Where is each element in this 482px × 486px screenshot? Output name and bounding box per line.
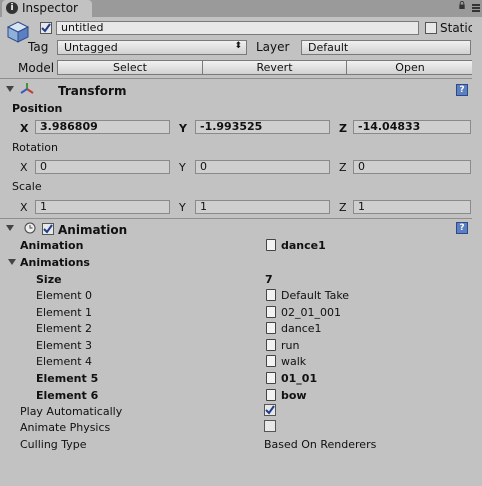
transform-axes-icon <box>20 83 34 94</box>
element-label: Element 6 <box>36 388 99 402</box>
position-z-label: Z <box>339 122 347 135</box>
culling-value[interactable]: Based On Renderers <box>264 438 376 451</box>
animate-physics-checkbox[interactable] <box>264 420 276 432</box>
tab-inspector[interactable]: i Inspector <box>2 0 92 17</box>
scale-z-field[interactable]: 1 <box>353 200 471 214</box>
scrollbar[interactable] <box>472 17 482 486</box>
model-revert-button[interactable]: Revert <box>202 60 347 75</box>
scale-x-label: X <box>20 201 28 214</box>
animations-foldout-icon[interactable] <box>8 259 16 265</box>
rotation-x-label: X <box>20 161 28 174</box>
scale-y-label: Y <box>179 201 186 214</box>
layer-label: Layer <box>256 40 290 54</box>
animation-help-icon[interactable]: ? <box>456 222 468 234</box>
size-label: Size <box>36 273 62 286</box>
element-label: Element 0 <box>36 289 93 302</box>
object-name-field[interactable]: untitled <box>56 21 419 35</box>
element-value[interactable]: dance1 <box>281 322 322 335</box>
tag-label: Tag <box>28 40 49 54</box>
divider <box>0 218 482 219</box>
static-label: Static <box>440 21 475 35</box>
rotation-z-field[interactable]: 0 <box>353 160 471 174</box>
menu-icon[interactable] <box>472 3 480 13</box>
scale-y-field[interactable]: 1 <box>195 200 330 214</box>
scale-x-field[interactable]: 1 <box>35 200 170 214</box>
animation-title: Animation <box>58 223 128 237</box>
transform-help-icon[interactable]: ? <box>456 84 468 96</box>
position-x-field[interactable]: 3.986809 <box>35 120 170 134</box>
rotation-label: Rotation <box>12 141 59 154</box>
animation-clip-icon <box>266 322 276 335</box>
animation-clip-icon <box>266 388 276 401</box>
animation-clip-icon <box>266 239 276 251</box>
lock-icon[interactable] <box>458 1 466 9</box>
animation-clip-icon <box>266 372 276 384</box>
model-label: Model <box>18 61 55 75</box>
checkmark-icon <box>265 405 275 415</box>
size-value[interactable]: 7 <box>265 273 273 286</box>
checkmark-icon <box>41 23 51 33</box>
animation-clip-icon <box>266 355 276 368</box>
animation-enabled-checkbox[interactable] <box>42 223 54 235</box>
model-open-button[interactable]: Open <box>346 60 474 75</box>
position-x-label: X <box>20 122 29 135</box>
animation-clip-icon <box>266 305 276 318</box>
position-z-field[interactable]: -14.04833 <box>353 120 471 134</box>
animate-physics-label: Animate Physics <box>20 421 111 434</box>
transform-title: Transform <box>58 84 127 98</box>
animation-field-value[interactable]: dance1 <box>281 239 326 252</box>
element-value[interactable]: 01_01 <box>281 372 317 385</box>
dropdown-arrows-icon: ⬍ <box>234 41 242 51</box>
transform-foldout-icon[interactable] <box>6 86 14 92</box>
layer-value: Default <box>308 41 349 54</box>
tag-dropdown[interactable]: Untagged ⬍ <box>57 40 247 55</box>
tag-value: Untagged <box>64 41 118 54</box>
static-checkbox[interactable] <box>425 22 437 34</box>
animation-clip-icon <box>266 289 276 301</box>
info-icon: i <box>6 2 18 14</box>
animation-field-label: Animation <box>20 239 84 252</box>
rotation-x-field[interactable]: 0 <box>35 160 170 174</box>
position-label: Position <box>12 102 63 115</box>
element-value[interactable]: bow <box>281 389 307 402</box>
play-auto-checkbox[interactable] <box>264 404 276 416</box>
element-label: Element 4 <box>36 355 93 369</box>
model-select-button[interactable]: Select <box>57 60 203 75</box>
animation-foldout-icon[interactable] <box>6 225 14 231</box>
scale-label: Scale <box>12 180 42 193</box>
clock-icon <box>24 222 36 234</box>
element-label: Element 1 <box>36 305 93 319</box>
culling-label: Culling Type <box>20 438 87 451</box>
element-value[interactable]: Default Take <box>281 289 349 302</box>
rotation-y-label: Y <box>179 161 186 174</box>
rotation-z-label: Z <box>339 161 347 174</box>
position-y-field[interactable]: -1.993525 <box>195 120 330 134</box>
cube-icon <box>6 21 30 43</box>
animation-clip-icon <box>266 338 276 351</box>
rotation-y-field[interactable]: 0 <box>195 160 330 174</box>
position-y-label: Y <box>179 122 187 135</box>
active-checkbox[interactable] <box>40 22 52 34</box>
element-value[interactable]: run <box>281 339 299 352</box>
play-auto-label: Play Automatically <box>20 405 123 418</box>
element-label: Element 2 <box>36 322 93 336</box>
element-value[interactable]: 02_01_001 <box>281 306 341 319</box>
checkmark-icon <box>43 224 53 234</box>
tab-title: Inspector <box>22 1 78 15</box>
scale-z-label: Z <box>339 201 347 214</box>
element-label: Element 3 <box>36 338 93 352</box>
divider <box>0 78 482 79</box>
element-value[interactable]: walk <box>281 355 306 368</box>
element-label: Element 5 <box>36 372 99 385</box>
layer-dropdown[interactable]: Default <box>301 40 471 55</box>
animations-label: Animations <box>20 256 90 269</box>
